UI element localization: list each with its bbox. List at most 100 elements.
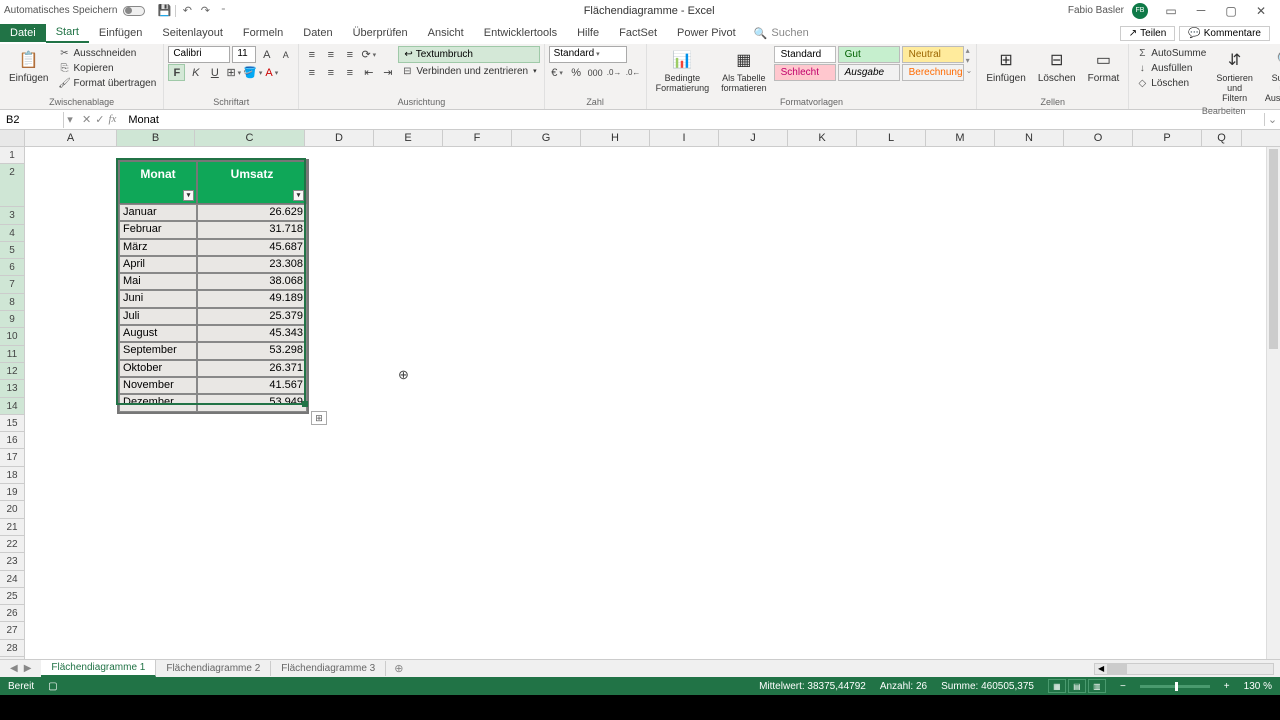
- save-icon[interactable]: 💾: [157, 4, 171, 18]
- table-row[interactable]: Oktober26.371: [119, 360, 307, 377]
- cell-monat[interactable]: April: [119, 256, 197, 273]
- search-box[interactable]: 🔍Suchen: [746, 27, 817, 40]
- tab-factset[interactable]: FactSet: [609, 24, 667, 42]
- col-header-i[interactable]: I: [650, 130, 719, 146]
- tab-start[interactable]: Start: [46, 23, 89, 43]
- table-row[interactable]: Dezember53.949: [119, 394, 307, 411]
- tab-seitenlayout[interactable]: Seitenlayout: [152, 24, 233, 42]
- style-neutral[interactable]: Neutral: [902, 46, 964, 63]
- cell-monat[interactable]: Juli: [119, 308, 197, 325]
- format-cells-button[interactable]: ▭Format: [1083, 46, 1125, 87]
- cell-umsatz[interactable]: 53.298: [197, 342, 307, 359]
- close-button[interactable]: ✕: [1246, 1, 1276, 21]
- select-all-corner[interactable]: [0, 130, 25, 146]
- col-header-h[interactable]: H: [581, 130, 650, 146]
- macro-record-icon[interactable]: ▢: [48, 681, 57, 692]
- table-row[interactable]: Juni49.189: [119, 290, 307, 307]
- styles-up-icon[interactable]: ▴: [966, 46, 973, 55]
- row-header[interactable]: 2: [0, 164, 24, 207]
- underline-button[interactable]: U: [206, 64, 223, 81]
- tab-daten[interactable]: Daten: [293, 24, 342, 42]
- align-left-icon[interactable]: ≡: [303, 64, 320, 81]
- copy-button[interactable]: ⎘Kopieren: [55, 61, 159, 75]
- thousands-icon[interactable]: 000: [587, 64, 604, 81]
- cell-umsatz[interactable]: 25.379: [197, 308, 307, 325]
- row-header[interactable]: 22: [0, 536, 24, 553]
- col-header-n[interactable]: N: [995, 130, 1064, 146]
- undo-icon[interactable]: ↶: [180, 4, 194, 18]
- grid[interactable]: Monat ▾ Umsatz ▾ Januar26.629Februar31.7…: [25, 147, 1280, 659]
- row-header[interactable]: 15: [0, 415, 24, 432]
- sheet-nav-right-icon[interactable]: ▶: [24, 663, 32, 674]
- row-header[interactable]: 11: [0, 346, 24, 363]
- row-header[interactable]: 6: [0, 259, 24, 276]
- style-gut[interactable]: Gut: [838, 46, 900, 63]
- decrease-font-icon[interactable]: A: [277, 46, 294, 63]
- col-header-a[interactable]: A: [25, 130, 117, 146]
- percent-icon[interactable]: %: [568, 64, 585, 81]
- row-header[interactable]: 26: [0, 605, 24, 622]
- decrease-decimal-icon[interactable]: .0←: [625, 64, 642, 81]
- vertical-scrollbar[interactable]: [1266, 147, 1280, 659]
- col-header-f[interactable]: F: [443, 130, 512, 146]
- share-button[interactable]: ↗Teilen: [1120, 26, 1176, 41]
- row-header[interactable]: 20: [0, 501, 24, 518]
- style-berechnung[interactable]: Berechnung: [902, 64, 964, 81]
- find-select-button[interactable]: 🔍Suchen und Auswählen: [1260, 46, 1280, 106]
- tab-formeln[interactable]: Formeln: [233, 24, 293, 42]
- wrap-text-button[interactable]: ↩Textumbruch: [398, 46, 539, 63]
- cell-umsatz[interactable]: 49.189: [197, 290, 307, 307]
- table-row[interactable]: September53.298: [119, 342, 307, 359]
- cell-umsatz[interactable]: 26.629: [197, 204, 307, 221]
- zoom-in-button[interactable]: +: [1224, 681, 1230, 692]
- tab-powerpivot[interactable]: Power Pivot: [667, 24, 746, 42]
- accept-formula-icon[interactable]: ✓: [95, 113, 104, 126]
- sheet-nav-left-icon[interactable]: ◀: [10, 663, 18, 674]
- name-box-dropdown[interactable]: ▾: [64, 113, 76, 126]
- row-header[interactable]: 18: [0, 467, 24, 484]
- format-painter-button[interactable]: 🖌Format übertragen: [55, 76, 159, 90]
- row-header[interactable]: 10: [0, 328, 24, 345]
- table-row[interactable]: Januar26.629: [119, 204, 307, 221]
- cut-button[interactable]: ✂Ausschneiden: [55, 46, 159, 60]
- quick-analysis-button[interactable]: ⊞: [311, 411, 327, 425]
- align-middle-icon[interactable]: ≡: [322, 46, 339, 63]
- cancel-formula-icon[interactable]: ✕: [82, 113, 91, 126]
- col-header-m[interactable]: M: [926, 130, 995, 146]
- table-row[interactable]: März45.687: [119, 239, 307, 256]
- tab-entwicklertools[interactable]: Entwicklertools: [474, 24, 567, 42]
- cell-umsatz[interactable]: 23.308: [197, 256, 307, 273]
- maximize-button[interactable]: ▢: [1216, 1, 1246, 21]
- tab-ansicht[interactable]: Ansicht: [418, 24, 474, 42]
- row-header[interactable]: 28: [0, 640, 24, 657]
- sheet-tab-3[interactable]: Flächendiagramme 3: [271, 661, 386, 676]
- tab-ueberpruefen[interactable]: Überprüfen: [343, 24, 418, 42]
- zoom-out-button[interactable]: −: [1120, 681, 1126, 692]
- style-ausgabe[interactable]: Ausgabe: [838, 64, 900, 81]
- style-schlecht[interactable]: Schlecht: [774, 64, 836, 81]
- cell-umsatz[interactable]: 38.068: [197, 273, 307, 290]
- zoom-slider[interactable]: [1140, 685, 1210, 688]
- merge-button[interactable]: ⊟Verbinden und zentrieren▾: [398, 64, 539, 78]
- col-header-l[interactable]: L: [857, 130, 926, 146]
- align-top-icon[interactable]: ≡: [303, 46, 320, 63]
- row-header[interactable]: 12: [0, 363, 24, 380]
- col-header-b[interactable]: B: [117, 130, 195, 146]
- row-header[interactable]: 25: [0, 588, 24, 605]
- cell-umsatz[interactable]: 45.343: [197, 325, 307, 342]
- styles-more-icon[interactable]: ⌄: [966, 66, 973, 75]
- col-header-p[interactable]: P: [1133, 130, 1202, 146]
- zoom-level[interactable]: 130 %: [1244, 681, 1272, 692]
- row-header[interactable]: 5: [0, 242, 24, 259]
- table-row[interactable]: Mai38.068: [119, 273, 307, 290]
- col-header-g[interactable]: G: [512, 130, 581, 146]
- number-format-select[interactable]: Standard: [549, 46, 627, 63]
- cell-monat[interactable]: März: [119, 239, 197, 256]
- font-size-select[interactable]: 11: [232, 46, 256, 63]
- row-header[interactable]: 21: [0, 519, 24, 536]
- cell-monat[interactable]: Januar: [119, 204, 197, 221]
- cell-umsatz[interactable]: 31.718: [197, 221, 307, 238]
- tab-file[interactable]: Datei: [0, 24, 46, 42]
- autosum-button[interactable]: ΣAutoSumme: [1133, 46, 1209, 60]
- align-right-icon[interactable]: ≡: [341, 64, 358, 81]
